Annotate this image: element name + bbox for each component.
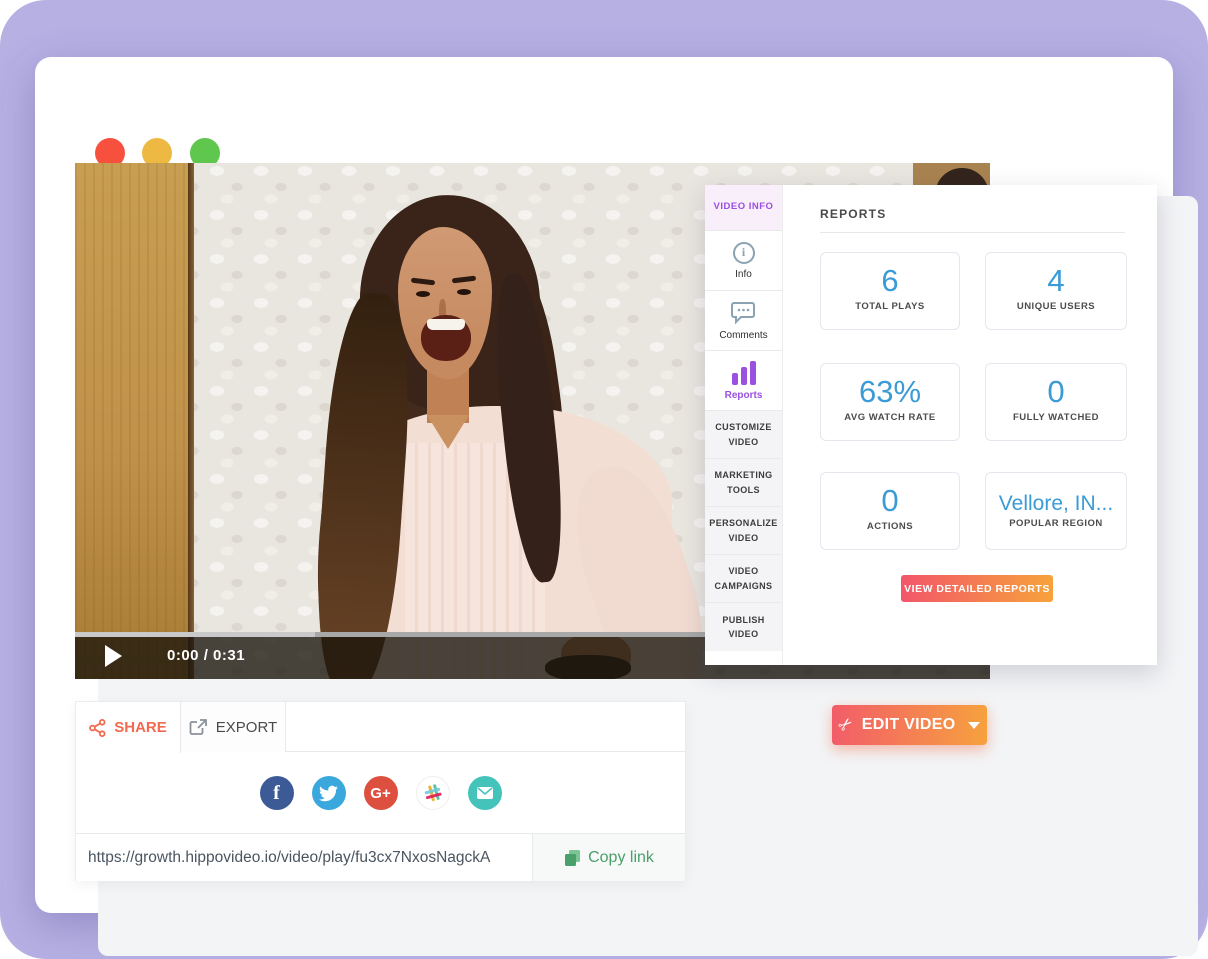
person-eye — [416, 291, 430, 297]
divider — [820, 232, 1125, 233]
person-teeth — [427, 319, 465, 330]
sidebar-item-customize-video[interactable]: CUSTOMIZE VIDEO — [705, 411, 782, 459]
video-frame-door-edge — [188, 163, 194, 679]
share-card: SHARE EXPORT f G+ — [75, 701, 686, 881]
video-info-panel: VIDEO INFO i Info Comments Reports CUSTO… — [705, 185, 1157, 665]
email-share-button[interactable] — [468, 776, 502, 810]
play-icon[interactable] — [105, 645, 122, 667]
email-icon — [476, 786, 494, 800]
sidebar-label: MARKETING TOOLS — [711, 468, 776, 497]
sidebar-item-info[interactable]: i Info — [705, 231, 782, 291]
copy-link-label: Copy link — [588, 849, 654, 867]
sidebar-item-video-info[interactable]: VIDEO INFO — [705, 185, 782, 231]
tab-label: EXPORT — [216, 719, 277, 736]
stat-label: ACTIONS — [821, 521, 959, 532]
stat-label: TOTAL PLAYS — [821, 301, 959, 312]
stat-value: 0 — [821, 484, 959, 518]
stat-value: 0 — [986, 375, 1126, 409]
stat-card-fully-watched: 0 FULLY WATCHED — [985, 363, 1127, 441]
sidebar-label: PERSONALIZE VIDEO — [709, 516, 777, 545]
tab-share[interactable]: SHARE — [76, 702, 181, 753]
sidebar-label: Info — [735, 269, 752, 280]
sidebar-label: Comments — [719, 330, 767, 341]
sidebar-label: CUSTOMIZE VIDEO — [711, 420, 776, 449]
scissors-icon: ✂ — [834, 713, 858, 737]
stat-label: FULLY WATCHED — [986, 412, 1126, 423]
facebook-icon: f — [273, 782, 280, 805]
stat-card-avg-watch-rate: 63% AVG WATCH RATE — [820, 363, 960, 441]
share-tabs-row: SHARE EXPORT — [76, 702, 685, 752]
stat-card-actions: 0 ACTIONS — [820, 472, 960, 550]
reports-title: REPORTS — [820, 207, 886, 221]
comment-bubble-icon — [731, 301, 757, 325]
share-icon — [89, 719, 106, 737]
twitter-share-button[interactable] — [312, 776, 346, 810]
stat-value: 63% — [821, 375, 959, 409]
stat-label: AVG WATCH RATE — [821, 412, 959, 423]
reports-section: REPORTS 6 TOTAL PLAYS 4 UNIQUE USERS 63%… — [783, 185, 1157, 665]
sidebar-label: VIDEO CAMPAIGNS — [711, 564, 776, 593]
info-circle-icon: i — [733, 242, 755, 264]
sidebar-item-publish-video[interactable]: PUBLISH VIDEO — [705, 603, 782, 651]
video-frame-door — [75, 163, 188, 679]
video-info-sidebar: VIDEO INFO i Info Comments Reports CUSTO… — [705, 185, 783, 665]
copy-icon — [564, 849, 581, 867]
sidebar-item-marketing-tools[interactable]: MARKETING TOOLS — [705, 459, 782, 507]
sidebar-label: Reports — [725, 390, 763, 401]
tab-label: SHARE — [114, 719, 167, 736]
stat-card-total-plays: 6 TOTAL PLAYS — [820, 252, 960, 330]
edit-video-label: EDIT VIDEO — [862, 716, 956, 734]
facebook-share-button[interactable]: f — [260, 776, 294, 810]
stat-label: POPULAR REGION — [986, 518, 1126, 529]
google-plus-icon: G+ — [370, 785, 390, 802]
chevron-down-icon — [968, 722, 980, 729]
stat-value: 6 — [821, 264, 959, 298]
slack-share-button[interactable] — [416, 776, 450, 810]
sidebar-label: VIDEO INFO — [714, 200, 774, 214]
copy-link-button[interactable]: Copy link — [532, 834, 685, 881]
tab-export[interactable]: EXPORT — [181, 702, 286, 752]
sidebar-label: PUBLISH VIDEO — [711, 613, 776, 642]
sidebar-item-reports[interactable]: Reports — [705, 351, 782, 411]
sidebar-item-personalize-video[interactable]: PERSONALIZE VIDEO — [705, 507, 782, 555]
stat-card-unique-users: 4 UNIQUE USERS — [985, 252, 1127, 330]
view-detailed-reports-button[interactable]: VIEW DETAILED REPORTS — [901, 575, 1053, 602]
stat-card-popular-region: Vellore, IN... POPULAR REGION — [985, 472, 1127, 550]
sidebar-item-video-campaigns[interactable]: VIDEO CAMPAIGNS — [705, 555, 782, 603]
export-icon — [189, 718, 208, 736]
bar-chart-icon — [732, 361, 756, 385]
twitter-icon — [319, 784, 338, 803]
stat-value: Vellore, IN... — [986, 492, 1126, 515]
google-plus-share-button[interactable]: G+ — [364, 776, 398, 810]
slack-icon — [422, 782, 444, 804]
stat-label: UNIQUE USERS — [986, 301, 1126, 312]
social-share-row: f G+ — [76, 753, 685, 833]
person-eye — [457, 289, 471, 295]
edit-video-button[interactable]: ✂ EDIT VIDEO — [832, 705, 987, 745]
sidebar-item-comments[interactable]: Comments — [705, 291, 782, 351]
share-url-row: https://growth.hippovideo.io/video/play/… — [76, 833, 685, 881]
stat-value: 4 — [986, 264, 1126, 298]
share-url-field[interactable]: https://growth.hippovideo.io/video/play/… — [76, 834, 532, 881]
video-time-display: 0:00 / 0:31 — [167, 647, 245, 664]
